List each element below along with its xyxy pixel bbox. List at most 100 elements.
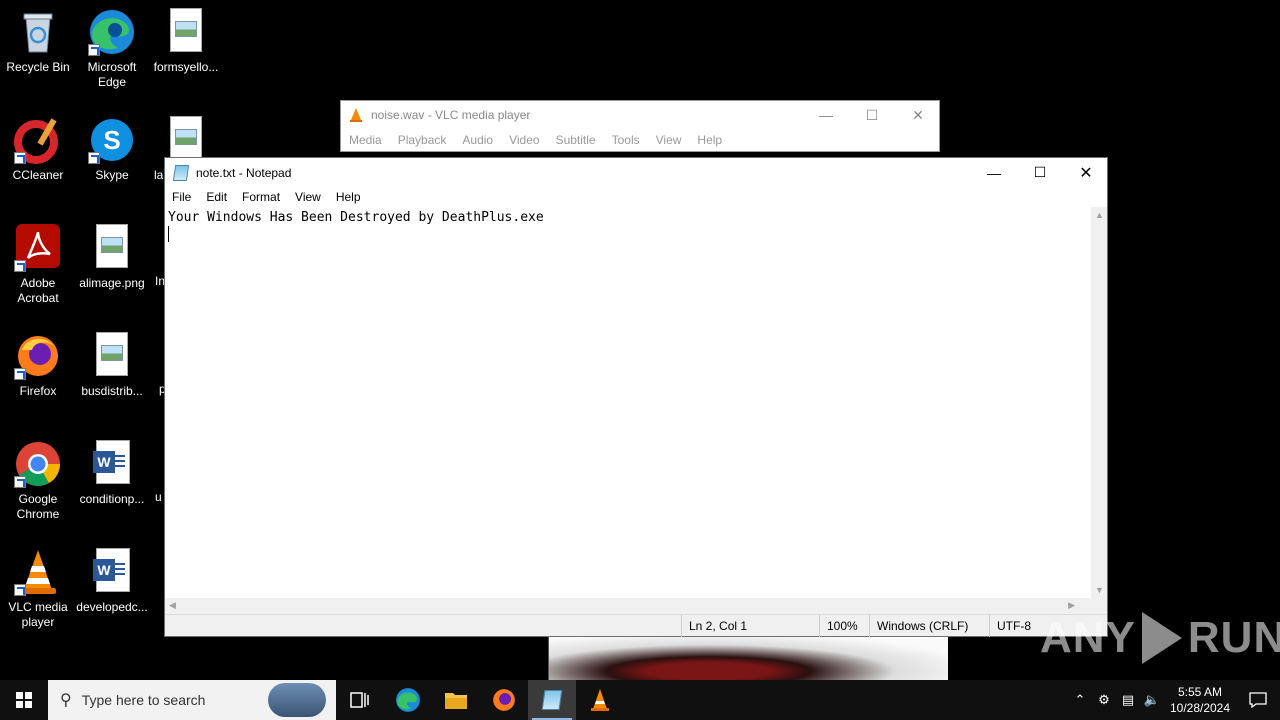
vlc-menu-audio[interactable]: Audio xyxy=(462,133,493,147)
taskbar-vlc-button[interactable] xyxy=(576,680,624,720)
notepad-menubar: File Edit Format View Help xyxy=(165,187,1107,207)
acrobat-icon xyxy=(14,224,62,272)
desktop-icon-label: CCleaner xyxy=(12,168,64,182)
horizontal-scrollbar[interactable]: ◀ ▶ xyxy=(165,598,1093,614)
menu-help[interactable]: Help xyxy=(336,190,361,204)
desktop-icon-label-partial[interactable]: u xyxy=(155,490,162,504)
scroll-up-icon[interactable]: ▲ xyxy=(1095,210,1104,220)
text-caret xyxy=(168,226,169,242)
firefox-icon xyxy=(493,689,515,711)
notepad-minimize-button[interactable]: — xyxy=(971,158,1017,187)
tray-app-icon[interactable]: ⚙ xyxy=(1092,692,1116,708)
system-tray: ⌃ ⚙ ▤ 🔈 5:55 AM 10/28/2024 xyxy=(1068,680,1280,720)
scroll-right-icon[interactable]: ▶ xyxy=(1068,600,1075,611)
vlc-menubar: Media Playback Audio Video Subtitle Tool… xyxy=(341,129,939,151)
taskbar-search-box[interactable]: ⚲ Type here to search xyxy=(48,680,336,720)
vlc-window[interactable]: noise.wav - VLC media player — ☐ ✕ Media… xyxy=(340,100,940,152)
desktop-icon-skype[interactable]: S Skype xyxy=(74,116,150,183)
image-file-icon xyxy=(162,8,210,56)
shortcut-arrow-icon xyxy=(14,368,26,380)
search-highlight-image xyxy=(268,683,326,717)
notepad-window[interactable]: note.txt - Notepad — ☐ ✕ File Edit Forma… xyxy=(164,157,1108,637)
notepad-maximize-button[interactable]: ☐ xyxy=(1017,158,1063,187)
clock-date: 10/28/2024 xyxy=(1169,701,1231,715)
windows-logo-icon xyxy=(16,692,32,708)
notepad-icon xyxy=(172,164,190,181)
folder-icon xyxy=(445,693,467,709)
start-button[interactable] xyxy=(0,680,48,720)
play-triangle-icon xyxy=(1141,612,1182,664)
vlc-minimize-button[interactable]: — xyxy=(803,101,849,129)
vlc-close-button[interactable]: ✕ xyxy=(895,101,941,129)
volume-icon[interactable]: 🔈 xyxy=(1140,692,1164,708)
search-placeholder: Type here to search xyxy=(81,692,206,708)
menu-format[interactable]: Format xyxy=(242,190,280,204)
vlc-menu-video[interactable]: Video xyxy=(509,133,539,147)
desktop-icon-ccleaner[interactable]: CCleaner xyxy=(0,116,76,183)
chevron-up-icon[interactable]: ⌃ xyxy=(1068,692,1092,708)
menu-file[interactable]: File xyxy=(172,190,191,204)
vlc-maximize-button[interactable]: ☐ xyxy=(849,101,895,129)
chrome-icon xyxy=(14,440,62,488)
notepad-titlebar[interactable]: note.txt - Notepad — ☐ ✕ xyxy=(165,158,1107,187)
vlc-window-title: noise.wav - VLC media player xyxy=(371,108,531,122)
desktop-icon-label: busdistrib... xyxy=(81,384,143,398)
word-document-icon: W xyxy=(88,548,136,596)
notepad-text-line: Your Windows Has Been Destroyed by Death… xyxy=(168,210,544,225)
desktop-icon-microsoft-edge[interactable]: Microsoft Edge xyxy=(74,8,150,90)
menu-edit[interactable]: Edit xyxy=(206,190,227,204)
desktop-icon-label: Firefox xyxy=(19,384,57,398)
desktop-icon-label: Microsoft Edge xyxy=(87,60,137,89)
network-icon[interactable]: ▤ xyxy=(1116,692,1140,708)
desktop-icon-adobe-acrobat[interactable]: Adobe Acrobat xyxy=(0,224,76,306)
vlc-menu-playback[interactable]: Playback xyxy=(398,133,447,147)
taskbar-clock[interactable]: 5:55 AM 10/28/2024 xyxy=(1164,684,1236,716)
vlc-cone-icon xyxy=(591,689,609,711)
word-document-icon: W xyxy=(88,440,136,488)
desktop-icon-busdistrib[interactable]: busdistrib... xyxy=(74,332,150,399)
vlc-video-area[interactable] xyxy=(548,637,948,680)
desktop-icon-formsyello[interactable]: formsyello... xyxy=(148,8,224,75)
vlc-menu-view[interactable]: View xyxy=(656,133,682,147)
vlc-menu-help[interactable]: Help xyxy=(697,133,722,147)
notepad-statusbar: Ln 2, Col 1 100% Windows (CRLF) UTF-8 xyxy=(165,614,1107,637)
task-view-icon xyxy=(350,692,369,708)
shortcut-arrow-icon xyxy=(88,152,100,164)
task-view-button[interactable] xyxy=(336,680,384,720)
shortcut-arrow-icon xyxy=(88,44,100,56)
desktop-icon-label: formsyello... xyxy=(153,60,219,74)
taskbar-firefox-button[interactable] xyxy=(480,680,528,720)
notepad-text-area[interactable]: Your Windows Has Been Destroyed by Death… xyxy=(165,207,1093,598)
desktop-icon-vlc[interactable]: VLC media player xyxy=(0,548,76,630)
taskbar-edge-button[interactable] xyxy=(384,680,432,720)
scroll-down-icon[interactable]: ▼ xyxy=(1095,585,1104,595)
desktop-icon-developedc[interactable]: W developedc... xyxy=(74,548,150,615)
desktop-icon-recycle-bin[interactable]: Recycle Bin xyxy=(0,8,76,75)
desktop-icon-alimage[interactable]: alimage.png xyxy=(74,224,150,291)
desktop-icon-firefox[interactable]: Firefox xyxy=(0,332,76,399)
scroll-left-icon[interactable]: ◀ xyxy=(169,600,176,611)
desktop-icon-label: developedc... xyxy=(76,600,148,614)
notepad-close-button[interactable]: ✕ xyxy=(1063,158,1109,187)
vlc-cone-icon xyxy=(350,108,362,122)
notification-icon xyxy=(1249,692,1267,708)
taskbar-file-explorer-button[interactable] xyxy=(432,680,480,720)
desktop-icon-google-chrome[interactable]: Google Chrome xyxy=(0,440,76,522)
desktop-icon-conditionp[interactable]: W conditionp... xyxy=(74,440,150,507)
vlc-menu-subtitle[interactable]: Subtitle xyxy=(556,133,596,147)
menu-view[interactable]: View xyxy=(295,190,321,204)
vlc-menu-tools[interactable]: Tools xyxy=(612,133,640,147)
desktop-icon-label: Google Chrome xyxy=(16,492,60,521)
notepad-icon xyxy=(541,690,563,710)
notepad-window-title: note.txt - Notepad xyxy=(196,165,292,180)
vlc-cone-icon xyxy=(14,548,62,596)
notification-center-button[interactable] xyxy=(1236,692,1280,708)
shortcut-arrow-icon xyxy=(14,584,26,596)
vlc-menu-media[interactable]: Media xyxy=(349,133,382,147)
clock-time: 5:55 AM xyxy=(1177,685,1223,699)
vertical-scrollbar[interactable]: ▲ ▼ xyxy=(1091,207,1107,598)
desktop-icon-label: VLC media player xyxy=(8,600,68,629)
image-file-icon xyxy=(88,332,136,380)
edge-icon xyxy=(88,8,136,56)
taskbar-notepad-button[interactable] xyxy=(528,680,576,720)
